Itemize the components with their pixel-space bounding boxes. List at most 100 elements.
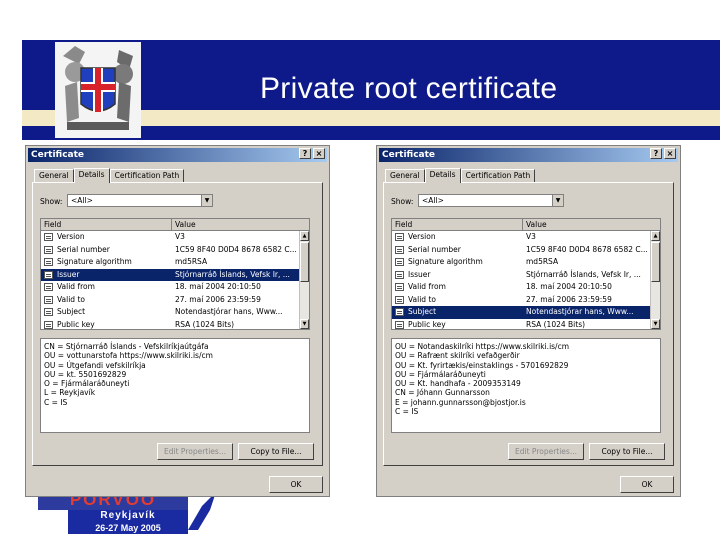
scroll-down-icon[interactable]: ▼ bbox=[651, 319, 660, 329]
close-button[interactable]: × bbox=[313, 148, 325, 159]
dropdown-arrow-icon[interactable]: ▼ bbox=[201, 195, 212, 206]
list-item[interactable]: Issuer Stjórnarráð Íslands, Vefsk Ir, ... bbox=[41, 268, 309, 281]
detail-line: CN = Stjórnarráð Íslands - Vefskilríkjaú… bbox=[44, 342, 209, 351]
certificate-field-icon bbox=[44, 320, 53, 329]
logo-swoosh-icon bbox=[188, 492, 216, 530]
column-header-value[interactable]: Value bbox=[172, 219, 309, 230]
list-header: Field Value bbox=[392, 219, 660, 231]
detail-line: O = Fjármálaráðuneyti bbox=[44, 379, 130, 389]
list-item[interactable]: Signature algorithm md5RSA bbox=[392, 256, 660, 269]
certificate-field-icon bbox=[395, 245, 404, 254]
detail-line: C = IS bbox=[395, 407, 419, 417]
slide-title: Private root certificate bbox=[260, 72, 558, 105]
field-name: Serial number bbox=[408, 244, 461, 254]
ok-button[interactable]: OK bbox=[620, 476, 674, 493]
field-value: 18. maí 2004 20:10:50 bbox=[526, 282, 612, 291]
dialog-title: Certificate bbox=[28, 148, 327, 162]
field-value: RSA (1024 Bits) bbox=[526, 319, 586, 329]
list-item[interactable]: Serial number 1C59 8F40 D0D4 8678 6582 C.… bbox=[392, 244, 660, 257]
help-button[interactable]: ? bbox=[299, 148, 311, 159]
column-header-field[interactable]: Field bbox=[41, 219, 172, 230]
help-button[interactable]: ? bbox=[650, 148, 662, 159]
copy-to-file-button[interactable]: Copy to File... bbox=[238, 443, 314, 460]
list-item[interactable]: Public key RSA (1024 Bits) bbox=[392, 319, 660, 332]
detail-line: OU = Útgefandi vefskilríkja bbox=[44, 360, 146, 370]
close-button[interactable]: × bbox=[664, 148, 676, 159]
list-item[interactable]: Valid from 18. maí 2004 20:10:50 bbox=[41, 281, 309, 294]
column-header-value[interactable]: Value bbox=[523, 219, 660, 230]
scroll-up-icon[interactable]: ▲ bbox=[651, 231, 660, 241]
field-name: Valid to bbox=[408, 294, 436, 304]
tab-details[interactable]: Details bbox=[424, 168, 461, 183]
field-value: Notendastjórar hans, Www... bbox=[175, 307, 283, 316]
iceland-coat-of-arms-icon bbox=[55, 42, 141, 138]
certificate-field-icon bbox=[44, 233, 53, 242]
field-value: 27. maí 2006 23:59:59 bbox=[526, 294, 612, 304]
list-item[interactable]: Public key RSA (1024 Bits) bbox=[41, 319, 309, 332]
certificate-field-icon bbox=[395, 270, 404, 279]
logo-dates: 26-27 May 2005 bbox=[68, 522, 188, 534]
certificate-dialog-right: Certificate? × General Details Certification… bbox=[376, 145, 681, 497]
detail-line: C = IS bbox=[44, 397, 68, 407]
tab-certification-path[interactable]: Certification Path bbox=[460, 169, 536, 182]
field-list[interactable]: Field Value Version V3 Serial number 1C59 8F4… bbox=[391, 218, 661, 330]
list-item[interactable]: Issuer Stjórnarráð Íslands, Vefsk Ir, ... bbox=[392, 269, 660, 282]
field-name: Valid to bbox=[57, 294, 85, 304]
list-item[interactable]: Version V3 bbox=[41, 231, 309, 244]
list-scrollbar[interactable]: ▲ ▼ bbox=[299, 231, 309, 329]
edit-properties-button[interactable]: Edit Properties... bbox=[157, 443, 233, 460]
field-list[interactable]: Field Value Version V3 Serial number 1C59 8F4… bbox=[40, 218, 310, 330]
field-value: V3 bbox=[526, 232, 536, 241]
certificate-field-icon bbox=[395, 295, 404, 304]
tab-general[interactable]: General bbox=[385, 169, 425, 182]
field-value: V3 bbox=[175, 232, 185, 241]
detail-line: OU = vottunarstofa https://www.skilriki.… bbox=[44, 351, 213, 361]
tab-details[interactable]: Details bbox=[73, 168, 110, 183]
list-item[interactable]: Signature algorithm md5RSA bbox=[41, 256, 309, 269]
scroll-thumb[interactable] bbox=[300, 242, 309, 282]
field-name: Valid from bbox=[408, 282, 446, 291]
field-name: Signature algorithm bbox=[408, 257, 483, 266]
details-panel: Show: <All> ▼ Field Value Version V3 Serial num… bbox=[32, 182, 323, 466]
tab-strip: General Details Certification Path bbox=[385, 168, 536, 183]
value-detail-box[interactable]: CN = Stjórnarráð Íslands - Vefskilríkjaú… bbox=[40, 338, 310, 433]
dropdown-arrow-icon[interactable]: ▼ bbox=[552, 195, 563, 206]
list-item[interactable]: Version V3 bbox=[392, 231, 660, 244]
dialog-title: Certificate bbox=[379, 148, 678, 162]
list-item[interactable]: Subject Notendastjórar hans, Www... bbox=[41, 306, 309, 319]
field-value: 27. maí 2006 23:59:59 bbox=[175, 294, 261, 304]
list-item[interactable]: Subject Notendastjórar hans, Www... bbox=[392, 306, 660, 319]
field-value: Stjórnarráð Íslands, Vefsk Ir, ... bbox=[526, 269, 641, 279]
show-select[interactable]: <All> ▼ bbox=[418, 194, 564, 207]
scroll-down-icon[interactable]: ▼ bbox=[300, 319, 309, 329]
certificate-field-icon bbox=[44, 283, 53, 292]
list-scrollbar[interactable]: ▲ ▼ bbox=[650, 231, 660, 329]
field-name: Subject bbox=[408, 307, 437, 316]
scroll-thumb[interactable] bbox=[651, 242, 660, 282]
field-name: Public key bbox=[57, 319, 95, 329]
certificate-field-icon bbox=[44, 258, 53, 267]
field-value: md5RSA bbox=[175, 257, 208, 266]
tab-general[interactable]: General bbox=[34, 169, 74, 182]
copy-to-file-button[interactable]: Copy to File... bbox=[589, 443, 665, 460]
column-header-field[interactable]: Field bbox=[392, 219, 523, 230]
list-item[interactable]: Valid from 18. maí 2004 20:10:50 bbox=[392, 281, 660, 294]
show-label: Show: bbox=[40, 197, 63, 206]
scroll-up-icon[interactable]: ▲ bbox=[300, 231, 309, 241]
field-name: Serial number bbox=[57, 244, 110, 254]
field-value: Stjórnarráð Íslands, Vefsk Ir, ... bbox=[175, 269, 290, 279]
tab-certification-path[interactable]: Certification Path bbox=[109, 169, 185, 182]
certificate-dialog-left: Certificate? × General Details Certification… bbox=[25, 145, 330, 497]
show-select[interactable]: <All> ▼ bbox=[67, 194, 213, 207]
list-header: Field Value bbox=[41, 219, 309, 231]
certificate-field-icon bbox=[44, 245, 53, 254]
certificate-field-icon bbox=[395, 320, 404, 329]
list-item[interactable]: Valid to 27. maí 2006 23:59:59 bbox=[41, 294, 309, 307]
edit-properties-button[interactable]: Edit Properties... bbox=[508, 443, 584, 460]
field-name: Issuer bbox=[57, 269, 80, 279]
value-detail-box[interactable]: OU = Notandaskilríki https://www.skilrik… bbox=[391, 338, 661, 433]
ok-button[interactable]: OK bbox=[269, 476, 323, 493]
list-item[interactable]: Serial number 1C59 8F40 D0D4 8678 6582 C.… bbox=[41, 244, 309, 257]
field-value: md5RSA bbox=[526, 257, 559, 266]
list-item[interactable]: Valid to 27. maí 2006 23:59:59 bbox=[392, 294, 660, 307]
